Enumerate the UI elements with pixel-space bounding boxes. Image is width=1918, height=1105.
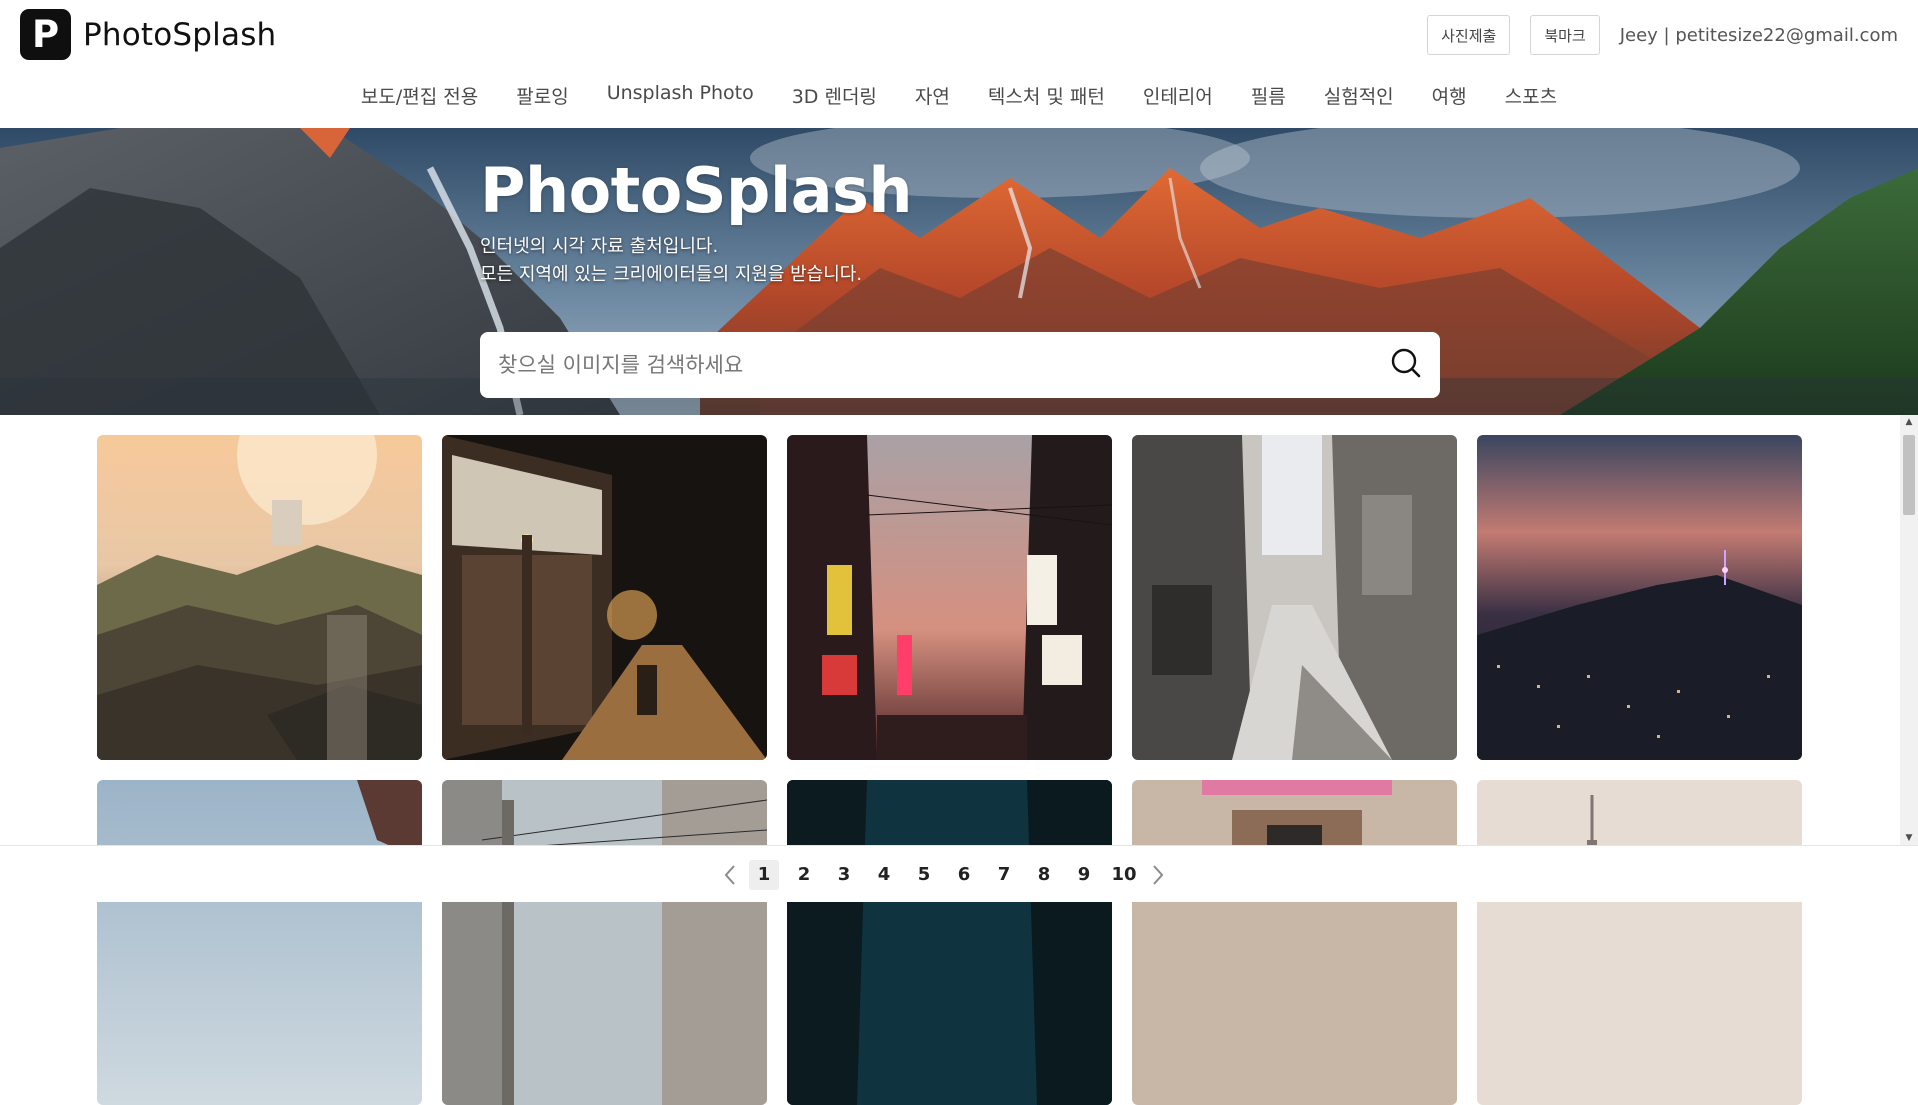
page-9[interactable]: 9 <box>1069 860 1099 890</box>
brand-name: PhotoSplash <box>83 16 277 53</box>
page-10[interactable]: 10 <box>1109 860 1139 890</box>
photo-card-neon-street[interactable] <box>787 435 1112 760</box>
nav-item-3d-renders[interactable]: 3D 렌더링 <box>773 82 896 109</box>
scroll-up-arrow-icon[interactable]: ▲ <box>1900 415 1918 429</box>
hero-title: PhotoSplash <box>480 154 913 227</box>
submit-photo-button[interactable]: 사진제출 <box>1427 15 1511 55</box>
hero-subtitle-line2: 모든 지역에 있는 크리에이터들의 지원을 받습니다. <box>480 264 863 285</box>
chevron-left-icon[interactable] <box>716 861 744 889</box>
photo-card-storefront[interactable] <box>1132 780 1457 1105</box>
logo[interactable]: P PhotoSplash <box>20 9 276 60</box>
scroll-down-arrow-icon[interactable]: ▼ <box>1900 831 1918 845</box>
photo-card-hanok-village[interactable] <box>97 435 422 760</box>
page-5[interactable]: 5 <box>909 860 939 890</box>
top-actions: 사진제출 북마크 Jeey | petitesize22@gmail.com <box>1427 15 1898 55</box>
search-input[interactable] <box>498 353 1390 377</box>
pagination-bar: 1 2 3 4 5 6 7 8 9 10 <box>0 845 1918 902</box>
page-scrollbar[interactable]: ▲ ▼ <box>1900 415 1918 845</box>
site-header: P PhotoSplash 사진제출 북마크 Jeey | petitesize… <box>0 0 1918 128</box>
nav-item-interior[interactable]: 인테리어 <box>1124 82 1232 109</box>
photo-card-teal-street[interactable] <box>787 780 1112 1105</box>
nav-item-textures[interactable]: 텍스처 및 패턴 <box>969 82 1124 109</box>
nav-item-sports[interactable]: 스포츠 <box>1486 82 1576 109</box>
user-account[interactable]: Jeey | petitesize22@gmail.com <box>1620 25 1898 46</box>
nav-item-unsplash-photo[interactable]: Unsplash Photo <box>588 82 773 109</box>
scroll-thumb[interactable] <box>1903 435 1915 515</box>
hero-content: PhotoSplash 인터넷의 시각 자료 출처입니다. 모든 지역에 있는 … <box>480 154 1440 289</box>
photo-card-misty-tower[interactable] <box>1477 780 1802 1105</box>
nav-item-following[interactable]: 팔로잉 <box>497 82 587 109</box>
logo-mark: P <box>20 9 71 60</box>
nav-item-travel[interactable]: 여행 <box>1413 82 1486 109</box>
photo-card-sky-building[interactable] <box>97 780 422 1105</box>
page-3[interactable]: 3 <box>829 860 859 890</box>
nav-item-film[interactable]: 필름 <box>1232 82 1305 109</box>
category-nav: 보도/편집 전용 팔로잉 Unsplash Photo 3D 렌더링 자연 텍스… <box>0 82 1918 109</box>
photo-card-city-night[interactable] <box>1477 435 1802 760</box>
photo-card-narrow-alley[interactable] <box>1132 435 1457 760</box>
chevron-right-icon[interactable] <box>1144 861 1172 889</box>
page-4[interactable]: 4 <box>869 860 899 890</box>
nav-item-editorial[interactable]: 보도/편집 전용 <box>342 82 497 109</box>
page-1[interactable]: 1 <box>749 859 779 890</box>
page-7[interactable]: 7 <box>989 860 1019 890</box>
pagination: 1 2 3 4 5 6 7 8 9 10 <box>0 846 1918 903</box>
search-bar <box>480 332 1440 398</box>
page-2[interactable]: 2 <box>789 860 819 890</box>
search-icon[interactable] <box>1390 347 1422 383</box>
photo-card-night-alley[interactable] <box>442 435 767 760</box>
nav-item-experimental[interactable]: 실험적인 <box>1305 82 1413 109</box>
photo-card-power-lines[interactable] <box>442 780 767 1105</box>
page-8[interactable]: 8 <box>1029 860 1059 890</box>
nav-item-nature[interactable]: 자연 <box>896 82 969 109</box>
hero-subtitle-line1: 인터넷의 시각 자료 출처입니다. <box>480 236 719 257</box>
page-6[interactable]: 6 <box>949 860 979 890</box>
bookmark-button[interactable]: 북마크 <box>1530 15 1600 55</box>
hero-banner: PhotoSplash 인터넷의 시각 자료 출처입니다. 모든 지역에 있는 … <box>0 128 1918 415</box>
